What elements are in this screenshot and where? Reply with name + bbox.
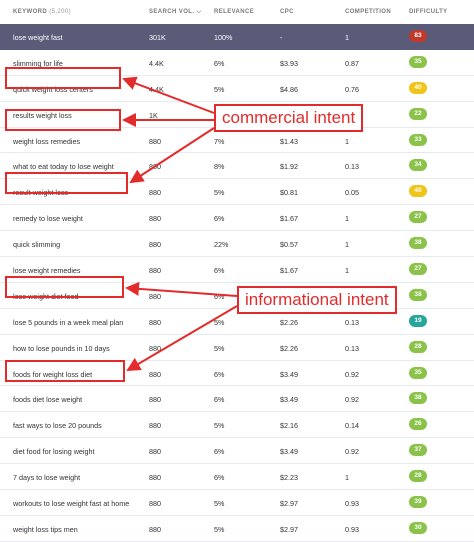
annotation-arrows [122,76,238,372]
cpc-cell: $2.23 [280,473,298,483]
arrow-commercial-1 [122,76,215,114]
arrow-informational-1 [125,281,238,297]
competition-cell: 0.93 [345,499,359,509]
relevance-cell: 5% [214,499,225,509]
difficulty-badge: 39 [409,496,427,509]
cpc-cell: $2.97 [280,499,298,509]
table-row[interactable]: diet food for losing weight 880 6% $3.49 0.9… [0,438,474,465]
annotation-commercial-intent: commercial intent [214,104,364,132]
difficulty-badge: 28 [409,470,427,483]
arrow-informational-2 [126,305,238,372]
relevance-cell: 5% [214,524,225,534]
table-row[interactable]: weight loss tips men 880 5% $2.97 0.93 30 [0,516,474,542]
table-row[interactable]: workouts to lose weight fast at home 880 5… [0,490,474,516]
table-row[interactable]: 7 days to lose weight 880 6% $2.23 1 28 [0,464,474,491]
arrow-commercial-3 [129,127,215,184]
search-volume-cell: 880 [149,473,161,483]
competition-cell: 0.92 [345,447,359,457]
difficulty-badge: 37 [409,444,427,457]
relevance-cell: 6% [214,447,225,457]
search-volume-cell: 880 [149,499,161,509]
search-volume-cell: 880 [149,524,161,534]
competition-cell: 0.93 [345,524,359,534]
difficulty-badge: 30 [409,521,427,534]
cpc-cell: $2.97 [280,524,298,534]
keyword-cell[interactable]: diet food for losing weight [13,447,95,456]
keyword-cell[interactable]: 7 days to lose weight [13,473,80,482]
competition-cell: 1 [345,473,349,483]
annotation-informational-intent: informational intent [237,286,397,314]
keyword-cell[interactable]: workouts to lose weight fast at home [13,499,129,508]
keyword-cell[interactable]: weight loss tips men [13,525,78,534]
cpc-cell: $3.49 [280,447,298,457]
search-volume-cell: 880 [149,447,161,457]
relevance-cell: 6% [214,473,225,483]
